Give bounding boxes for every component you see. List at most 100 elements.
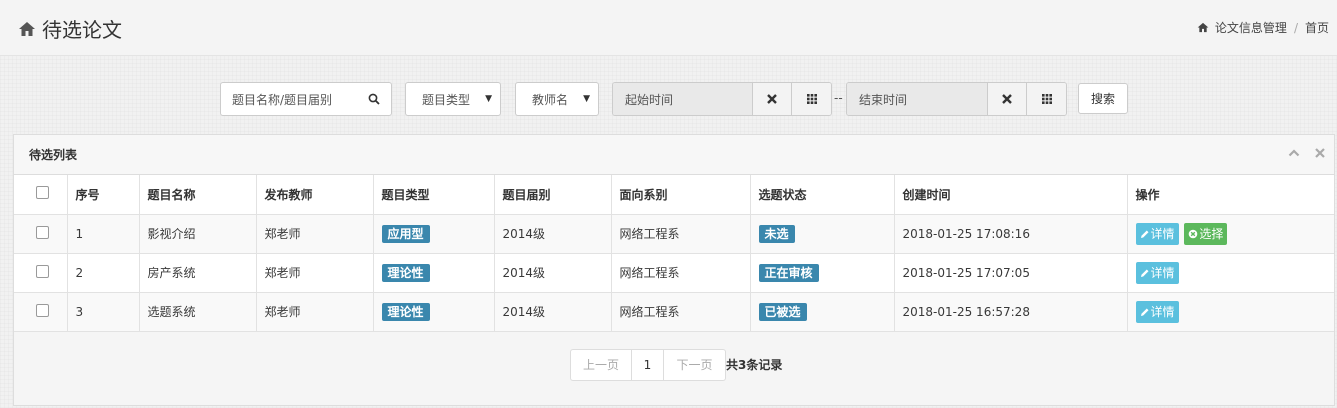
page-header: 待选论文 论文信息管理 / 首页 [0,0,1337,56]
column-header: 创建时间 [894,175,1128,215]
row-select-cell [14,214,68,254]
cell-name: 选题系统 [139,292,257,332]
caret-down-icon: ▼ [485,94,492,104]
end-date-picker-button[interactable] [1027,83,1066,115]
select-button-label: 选择 [1199,227,1224,241]
topic-type-select[interactable]: 题目类型 ▼ [405,82,501,116]
cell-grade: 2014级 [494,214,612,254]
clear-start-date-button[interactable] [753,83,792,115]
row-checkbox[interactable] [36,225,49,239]
cell-created: 2018-01-25 17:07:05 [894,253,1128,293]
search-button[interactable]: 搜索 [1078,83,1128,114]
cell-name: 影视介绍 [139,214,257,254]
cell-type: 应用型 [373,214,495,254]
cell-teacher: 郑老师 [256,214,374,254]
column-header: 操作 [1127,175,1334,215]
close-icon [767,94,777,104]
end-date-input[interactable]: 结束时间 [847,83,988,115]
page-number-button[interactable]: 1 [632,348,664,381]
column-header: 题目名称 [139,175,257,215]
select-all-cell [14,175,68,215]
type-badge: 应用型 [381,224,430,243]
type-badge: 理论性 [381,302,430,321]
detail-button[interactable]: 详情 [1135,261,1179,284]
select-all-checkbox[interactable] [36,186,49,200]
teacher-select-value: 教师名 [532,92,569,107]
search-icon[interactable] [368,93,380,105]
detail-button-label: 详情 [1150,227,1175,241]
cell-actions: 详情 选择 [1127,214,1334,254]
pencil-icon [1140,308,1148,316]
search-input[interactable]: 题目名称/题目届别 [220,82,392,116]
breadcrumb-item-home[interactable]: 首页 [1305,19,1329,36]
cell-teacher: 郑老师 [256,253,374,293]
status-badge: 正在审核 [758,263,819,282]
start-date-group: 起始时间 [612,82,832,116]
panel-title: 待选列表 [29,148,78,162]
teacher-select[interactable]: 教师名 ▼ [515,82,599,116]
detail-button-label: 详情 [1150,305,1175,319]
detail-button[interactable]: 详情 [1135,300,1179,323]
cell-grade: 2014级 [494,292,612,332]
start-date-picker-button[interactable] [792,83,831,115]
cell-name: 房产系统 [139,253,257,293]
pagination-area: 上一页 1 下一页 共3条记录 [14,332,1334,406]
cell-dept: 网络工程系 [611,253,751,293]
next-page-button[interactable]: 下一页 [664,348,726,381]
column-header: 题目类型 [373,175,495,215]
column-header: 题目届别 [494,175,612,215]
column-header: 面向系别 [611,175,751,215]
pencil-icon [1140,269,1148,277]
cell-no: 2 [67,253,140,293]
panel-tools [1288,147,1326,159]
breadcrumb: 论文信息管理 / 首页 [1197,19,1329,36]
home-icon [19,21,35,36]
cell-no: 3 [67,292,140,332]
candidate-table: 序号 题目名称 发布教师 题目类型 题目届别 面向系别 选题状态 创建时间 操作… [14,175,1334,332]
row-select-cell [14,292,68,332]
cell-teacher: 郑老师 [256,292,374,332]
home-icon [1197,22,1209,33]
row-checkbox[interactable] [36,264,49,278]
clear-end-date-button[interactable] [988,83,1027,115]
column-header: 发布教师 [256,175,374,215]
status-badge: 未选 [758,224,795,243]
cell-actions: 详情 [1127,253,1334,293]
calendar-grid-icon [806,94,817,104]
table-row: 1 影视介绍 郑老师 应用型 2014级 网络工程系 未选 2018-01-25… [14,214,1334,254]
cell-status: 已被选 [750,292,895,332]
select-button[interactable]: 选择 [1184,222,1228,245]
cell-grade: 2014级 [494,253,612,293]
prev-page-button[interactable]: 上一页 [570,348,632,381]
breadcrumb-item-thesis-management[interactable]: 论文信息管理 [1215,19,1287,36]
detail-button-label: 详情 [1150,266,1175,280]
cell-no: 1 [67,214,140,254]
remove-circle-icon [1189,229,1198,238]
cell-dept: 网络工程系 [611,292,751,332]
close-icon [1002,94,1012,104]
cell-dept: 网络工程系 [611,214,751,254]
cell-created: 2018-01-25 17:08:16 [894,214,1128,254]
close-icon[interactable] [1314,147,1326,159]
row-checkbox[interactable] [36,303,49,317]
cell-type: 理论性 [373,253,495,293]
table-row: 3 选题系统 郑老师 理论性 2014级 网络工程系 已被选 2018-01-2… [14,292,1334,332]
status-badge: 已被选 [758,302,807,321]
cell-status: 正在审核 [750,253,895,293]
detail-button[interactable]: 详情 [1135,222,1179,245]
cell-actions: 详情 [1127,292,1334,332]
page-title-text: 待选论文 [42,18,122,42]
breadcrumb-separator: / [1293,20,1298,35]
cell-type: 理论性 [373,292,495,332]
start-date-input[interactable]: 起始时间 [613,83,753,115]
chevron-up-icon[interactable] [1288,147,1300,159]
candidate-list-panel: 待选列表 序号 题目名称 发布教师 题目类型 题目届别 面向系别 选题状态 创建… [13,134,1335,406]
calendar-grid-icon [1041,94,1052,104]
search-placeholder: 题目名称/题目届别 [232,92,333,107]
cell-status: 未选 [750,214,895,254]
row-select-cell [14,253,68,293]
table-header-row: 序号 题目名称 发布教师 题目类型 题目届别 面向系别 选题状态 创建时间 操作 [14,175,1334,215]
topic-type-select-value: 题目类型 [422,92,471,107]
column-header: 选题状态 [750,175,895,215]
total-records: 共3条记录 [726,358,783,372]
